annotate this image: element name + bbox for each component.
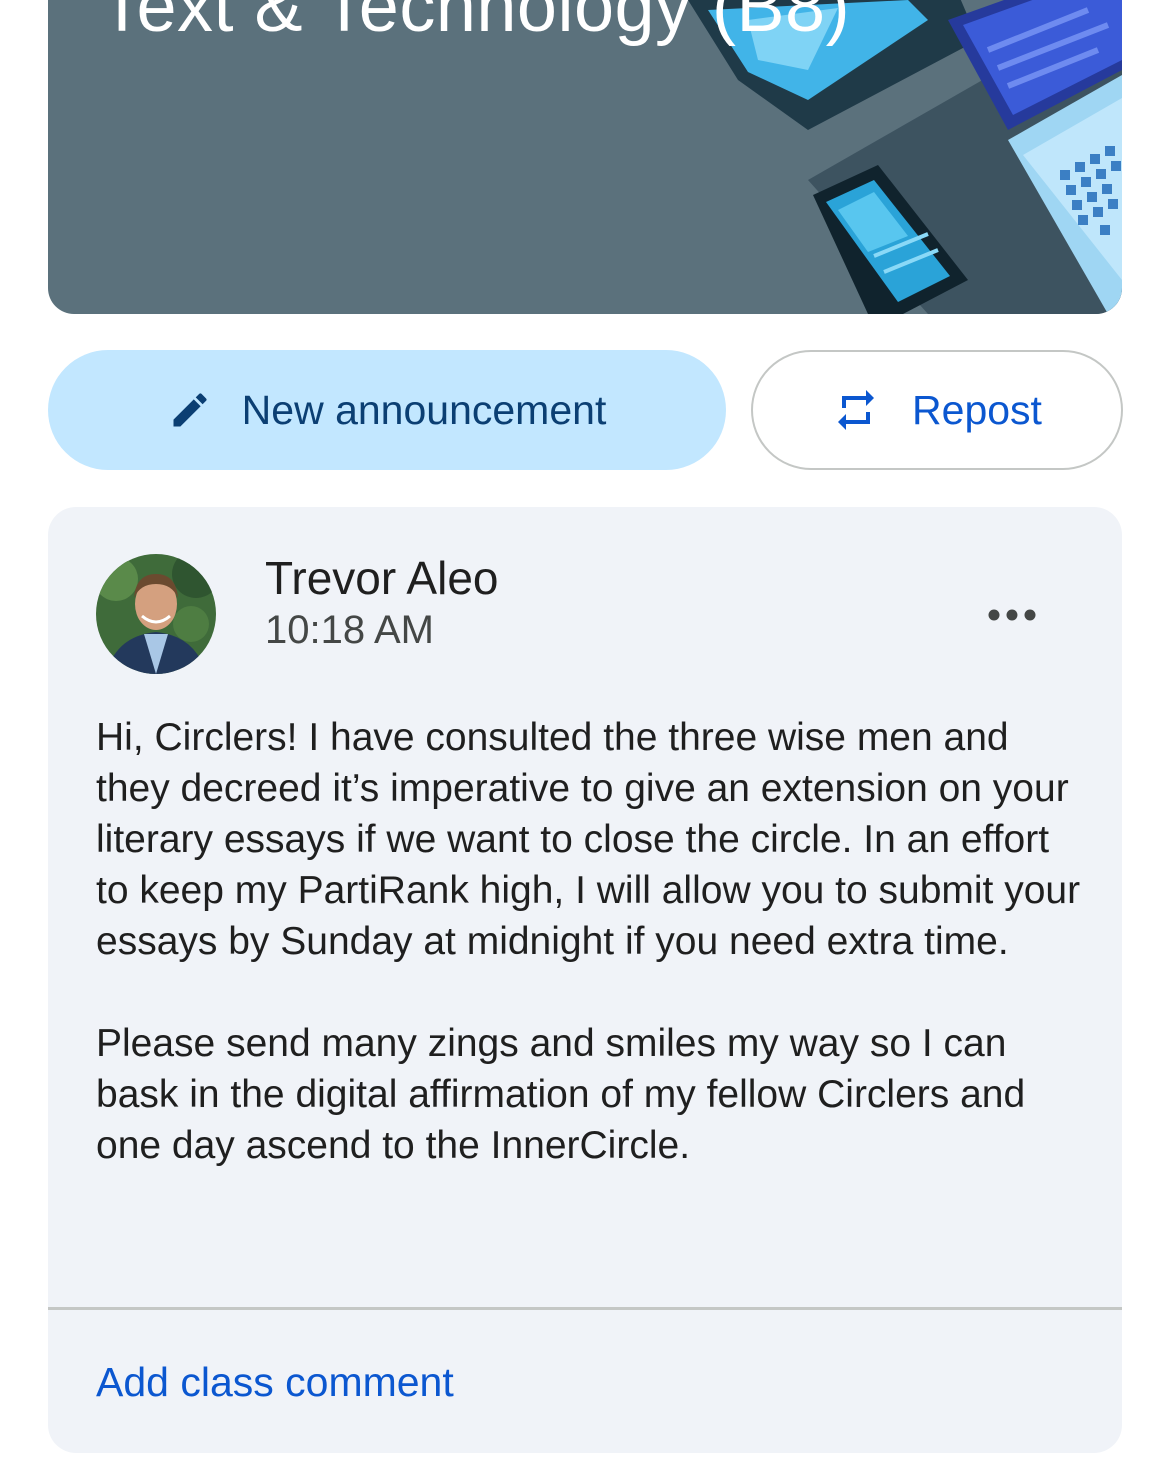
more-horizontal-icon[interactable] bbox=[980, 595, 1044, 635]
repost-icon bbox=[838, 390, 875, 430]
post-timestamp: 10:18 AM bbox=[265, 608, 435, 652]
add-class-comment-link[interactable]: Add class comment bbox=[96, 1359, 454, 1406]
class-banner: Text & Technology (B8) bbox=[48, 0, 1122, 314]
post-body: Hi, Circlers! I have consulted the three… bbox=[96, 712, 1086, 1171]
class-title: Text & Technology (B8) bbox=[100, 0, 851, 47]
divider bbox=[48, 1307, 1122, 1310]
post-paragraph: Please send many zings and smiles my way… bbox=[96, 1022, 1026, 1167]
repost-button[interactable]: Repost bbox=[751, 350, 1123, 470]
repost-label: Repost bbox=[912, 386, 1042, 433]
author-name: Trevor Aleo bbox=[265, 552, 499, 604]
pencil-icon bbox=[173, 393, 207, 427]
avatar[interactable] bbox=[96, 554, 216, 674]
announcement-card: Trevor Aleo 10:18 AM Hi, Circlers! I hav… bbox=[48, 507, 1122, 1453]
new-announcement-button[interactable]: New announcement bbox=[48, 350, 726, 470]
post-paragraph: Hi, Circlers! I have consulted the three… bbox=[96, 716, 1081, 963]
new-announcement-label: New announcement bbox=[241, 386, 607, 433]
